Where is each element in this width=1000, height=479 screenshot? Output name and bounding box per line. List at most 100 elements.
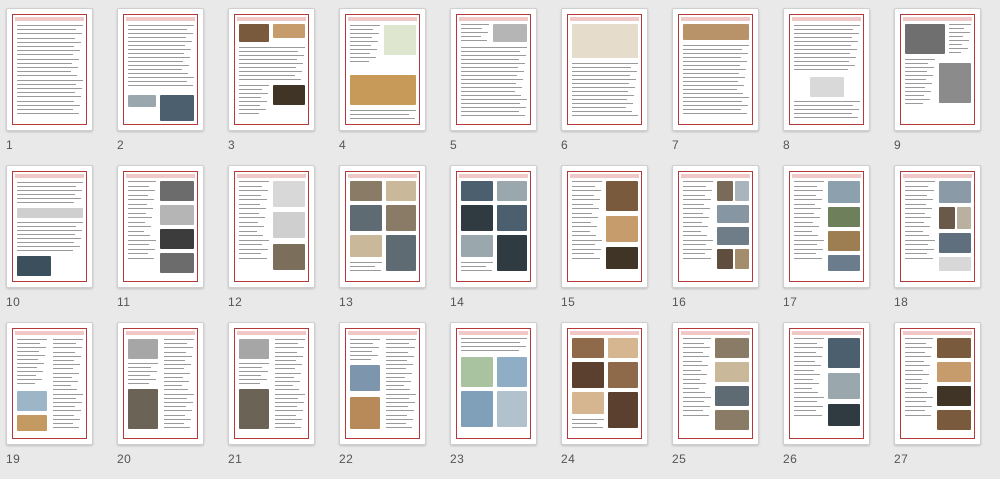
thumbnail-image	[350, 75, 416, 105]
page-thumbnail[interactable]	[339, 8, 426, 131]
page-number-label: 9	[894, 138, 902, 152]
page-header-bar	[570, 174, 639, 178]
text-line	[794, 49, 857, 50]
page-thumbnail[interactable]	[894, 8, 981, 131]
thumbnail-image	[717, 205, 749, 223]
text-line	[239, 221, 258, 223]
page-thumbnail[interactable]	[672, 8, 759, 131]
page-thumbnail[interactable]	[450, 8, 537, 131]
text-line	[239, 217, 265, 218]
text-line	[683, 365, 708, 366]
page-thumbnail[interactable]	[894, 322, 981, 445]
text-line	[17, 226, 76, 227]
page-number-label: 17	[783, 295, 798, 309]
page-thumbnail[interactable]	[561, 165, 648, 288]
page-thumbnail[interactable]	[783, 322, 870, 445]
text-line	[128, 194, 148, 196]
text-line	[683, 230, 701, 232]
text-line	[683, 414, 709, 416]
text-line	[17, 113, 79, 115]
text-line	[461, 346, 526, 347]
text-line	[905, 221, 924, 223]
text-line	[905, 360, 924, 362]
thumbnail-image	[606, 181, 638, 211]
text-line	[275, 402, 304, 403]
text-line	[239, 63, 303, 64]
page-thumbnail[interactable]	[6, 165, 93, 288]
text-line	[275, 343, 298, 345]
text-line	[164, 393, 194, 395]
page-thumbnail[interactable]	[450, 322, 537, 445]
text-line	[461, 270, 492, 271]
text-line	[17, 198, 81, 199]
text-line	[239, 75, 295, 76]
thumbnail-image	[497, 205, 527, 231]
text-line	[17, 92, 75, 94]
text-line	[905, 414, 931, 416]
text-line	[461, 47, 527, 48]
page-red-border	[678, 171, 753, 282]
text-line	[905, 392, 927, 393]
page-thumbnail[interactable]	[561, 322, 648, 445]
text-line	[350, 110, 416, 111]
page-thumbnail[interactable]	[228, 165, 315, 288]
page-thumbnail[interactable]	[894, 165, 981, 288]
page-thumbnail[interactable]	[228, 322, 315, 445]
text-line	[350, 29, 373, 30]
page-header-bar	[237, 331, 306, 335]
text-line	[53, 385, 71, 387]
page-thumbnail[interactable]	[339, 165, 426, 288]
text-line	[386, 360, 407, 361]
text-line	[572, 217, 598, 218]
text-line	[683, 109, 741, 110]
text-line	[461, 107, 526, 108]
page-thumbnail[interactable]	[672, 165, 759, 288]
text-line	[17, 50, 80, 52]
page-thumbnail[interactable]	[783, 8, 870, 131]
thumbnail-image	[350, 397, 380, 429]
page-cell: 16	[672, 165, 783, 322]
text-line	[905, 410, 925, 411]
text-line	[794, 378, 813, 380]
text-line	[275, 339, 305, 340]
text-line	[949, 40, 969, 41]
thumbnail-image	[828, 373, 860, 399]
text-line	[239, 235, 263, 236]
page-header-bar	[792, 331, 861, 335]
page-thumbnail[interactable]	[672, 322, 759, 445]
text-line	[683, 226, 708, 227]
thumbnail-image	[939, 257, 971, 271]
text-line	[794, 69, 848, 70]
text-line	[683, 113, 747, 114]
page-thumbnail[interactable]	[6, 8, 93, 131]
text-line	[239, 253, 261, 254]
text-line	[949, 52, 961, 53]
text-line	[905, 405, 932, 407]
page-thumbnail[interactable]	[783, 165, 870, 288]
text-line	[683, 181, 713, 182]
page-thumbnail[interactable]	[228, 8, 315, 131]
page-thumbnail[interactable]	[450, 165, 537, 288]
page-number-label: 4	[339, 138, 347, 152]
page-thumbnail[interactable]	[339, 322, 426, 445]
text-line	[905, 253, 927, 254]
thumbnail-image	[939, 63, 971, 103]
text-line	[239, 367, 262, 368]
text-line	[53, 410, 81, 412]
text-line	[794, 360, 815, 362]
page-red-border	[567, 328, 642, 439]
text-line	[905, 185, 928, 187]
thumbnail-image	[939, 207, 955, 229]
page-thumbnail[interactable]	[117, 322, 204, 445]
page-thumbnail[interactable]	[117, 8, 204, 131]
text-line	[572, 75, 630, 76]
thumbnail-image	[717, 181, 733, 201]
page-thumbnail[interactable]	[561, 8, 648, 131]
text-line	[949, 44, 962, 45]
page-thumbnail[interactable]	[6, 322, 93, 445]
text-line	[53, 360, 74, 361]
page-thumbnail[interactable]	[117, 165, 204, 288]
thumbnail-image	[160, 95, 194, 121]
text-line	[794, 257, 822, 259]
text-line	[572, 212, 592, 214]
